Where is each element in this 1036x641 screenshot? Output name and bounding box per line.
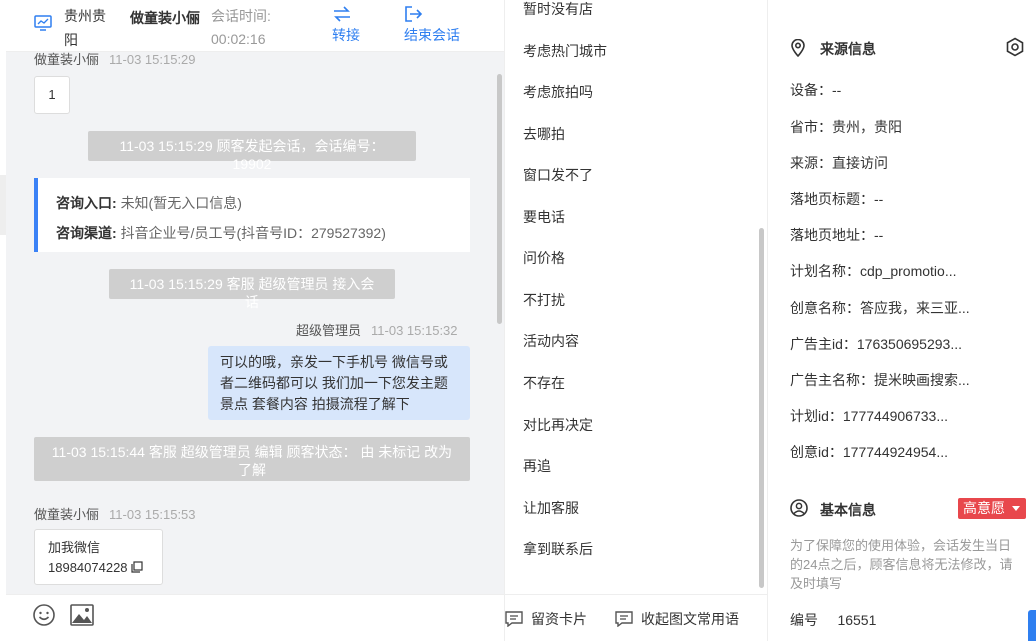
message-time: 11-03 15:15:29 [109,52,196,67]
quick-reply-item[interactable]: 拿到联系后 [523,539,593,559]
transfer-label: 转接 [332,27,360,43]
settings-icon[interactable] [1005,37,1025,57]
session-time-label: 会话时间: [211,8,271,24]
system-message: 11-03 15:15:29 顾客发起会话，会话编号：19902 [88,131,416,172]
message-icon [615,611,633,628]
caret-down-icon [1012,506,1020,511]
source-field: 创意id：177744924954... [790,444,948,460]
session-time: 00:02:16 [211,31,266,47]
channel-value: 抖音企业号/员工号(抖音号ID：279527392) [120,225,386,241]
replies-scrollbar[interactable] [759,228,764,588]
customer-message: 加我微信 18984074228 [34,529,163,585]
inquiry-info-card: 咨询入口: 未知(暂无入口信息) 咨询渠道: 抖音企业号/员工号(抖音号ID：2… [34,178,470,252]
app-root: 贵州贵阳 做童装小俪 会话时间: 00:02:16 转接 结束会话 做童装小俪 … [0,0,1036,641]
quick-reply-item[interactable]: 活动内容 [523,331,579,351]
lead-card-label: 留资卡片 [531,611,587,627]
quick-reply-item[interactable]: 考虑旅拍吗 [523,82,593,102]
card-icon [505,611,523,628]
chat-toolbar [6,594,504,641]
user-circle-icon [790,499,808,517]
source-field: 设备：-- [790,82,842,98]
replies-footer: 留资卡片 收起图文常用语 [505,594,768,641]
quick-reply-item[interactable]: 让加客服 [523,498,579,518]
agent-message: 可以的哦，亲发一下手机号 微信号或者二维码都可以 我们加一下您发主题景点 套餐内… [208,346,470,420]
transfer-icon [334,6,350,22]
intent-level-label: 高意愿 [963,500,1005,516]
basic-info-title: 基本信息 [820,502,876,518]
quick-reply-item[interactable]: 再追 [523,456,551,476]
chat-messages[interactable]: 做童装小俪 11-03 15:15:29 1 11-03 15:15:29 顾客发… [6,52,504,594]
quick-reply-item[interactable]: 暂时没有店 [523,0,593,19]
customer-id-label: 编号 [790,612,818,628]
monitor-icon [34,15,52,31]
quick-reply-item[interactable]: 去哪拍 [523,124,565,144]
customer-id-value: 16551 [837,612,877,628]
message-meta: 做童装小俪 11-03 15:15:29 [34,52,196,68]
source-field: 广告主id：176350695293... [790,336,962,352]
wechat-number: 18984074228 [48,560,128,575]
message-time: 11-03 15:15:32 [371,323,458,338]
image-icon[interactable] [70,604,94,626]
intent-level-dropdown[interactable]: 高意愿 [958,498,1026,519]
source-info-title: 来源信息 [820,41,876,57]
message-meta: 超级管理员 11-03 15:15:32 [296,320,458,339]
chat-panel: 贵州贵阳 做童装小俪 会话时间: 00:02:16 转接 结束会话 做童装小俪 … [0,0,504,641]
side-tab[interactable] [1028,610,1036,641]
privacy-note: 为了保障您的使用体验，会话发生当日的24点之后，顾客信息将无法修改，请及时填写 [790,538,1013,591]
customer-info-panel: 来源信息 设备：-- 省市：贵州，贵阳 来源：直接访问 落地页标题：-- 落地页… [767,0,1036,641]
quick-replies-panel: 暂时没有店 考虑热门城市 考虑旅拍吗 去哪拍 窗口发不了 要电话 问价格 不打扰… [504,0,768,641]
quick-reply-item[interactable]: 问价格 [523,248,565,268]
chat-scrollbar[interactable] [497,74,502,324]
end-session-button[interactable]: 结束会话 [404,4,460,46]
source-field: 创意名称：答应我，来三亚... [790,300,970,316]
quick-reply-item[interactable]: 不存在 [523,373,565,393]
customer-message: 1 [34,76,70,114]
quick-reply-item[interactable]: 窗口发不了 [523,165,593,185]
end-session-label: 结束会话 [404,27,460,43]
system-message: 11-03 15:15:44 客服 超级管理员 编辑 顾客状态： 由 未标记 改… [34,437,470,481]
collapse-phrases-label: 收起图文常用语 [641,611,739,627]
quick-reply-item[interactable]: 考虑热门城市 [523,41,607,61]
customer-id-field: 编号 16551 [790,610,876,630]
location-pin-icon [791,39,805,57]
entry-label: 咨询入口: [56,195,117,211]
customer-name: 做童装小俪 [130,10,200,26]
source-field: 落地页标题：-- [790,191,884,207]
sender-name: 超级管理员 [296,323,362,338]
message-time: 11-03 15:15:53 [109,507,196,522]
quick-reply-item[interactable]: 对比再决定 [523,415,593,435]
transfer-button[interactable]: 转接 [332,4,360,46]
entry-value: 未知(暂无入口信息) [120,195,242,211]
quick-reply-item[interactable]: 不打扰 [523,290,565,310]
system-message: 11-03 15:15:29 客服 超级管理员 接入会话 [109,269,395,310]
source-field: 落地页地址：-- [790,227,884,243]
quick-reply-item[interactable]: 要电话 [523,207,565,227]
emoji-icon[interactable] [32,603,56,627]
source-field: 计划名称：cdp_promotio... [790,263,957,279]
source-field: 广告主名称：提米映画搜索... [790,372,970,388]
channel-label: 咨询渠道: [56,225,117,241]
source-field: 来源：直接访问 [790,155,888,171]
sender-name: 做童装小俪 [34,507,100,522]
chat-header: 贵州贵阳 做童装小俪 会话时间: 00:02:16 转接 结束会话 [6,0,504,52]
exit-icon [405,6,423,22]
source-field: 计划id：177744906733... [790,408,948,424]
wechat-label: 加我微信 [48,540,101,555]
copy-icon[interactable] [131,561,143,573]
collapse-phrases-button[interactable]: 收起图文常用语 [615,609,739,629]
message-meta: 做童装小俪 11-03 15:15:53 [34,504,196,523]
source-field: 省市：贵州，贵阳 [790,119,902,135]
customer-location: 贵州贵阳 [64,8,106,48]
lead-card-button[interactable]: 留资卡片 [505,609,587,629]
sender-name: 做童装小俪 [34,52,100,67]
